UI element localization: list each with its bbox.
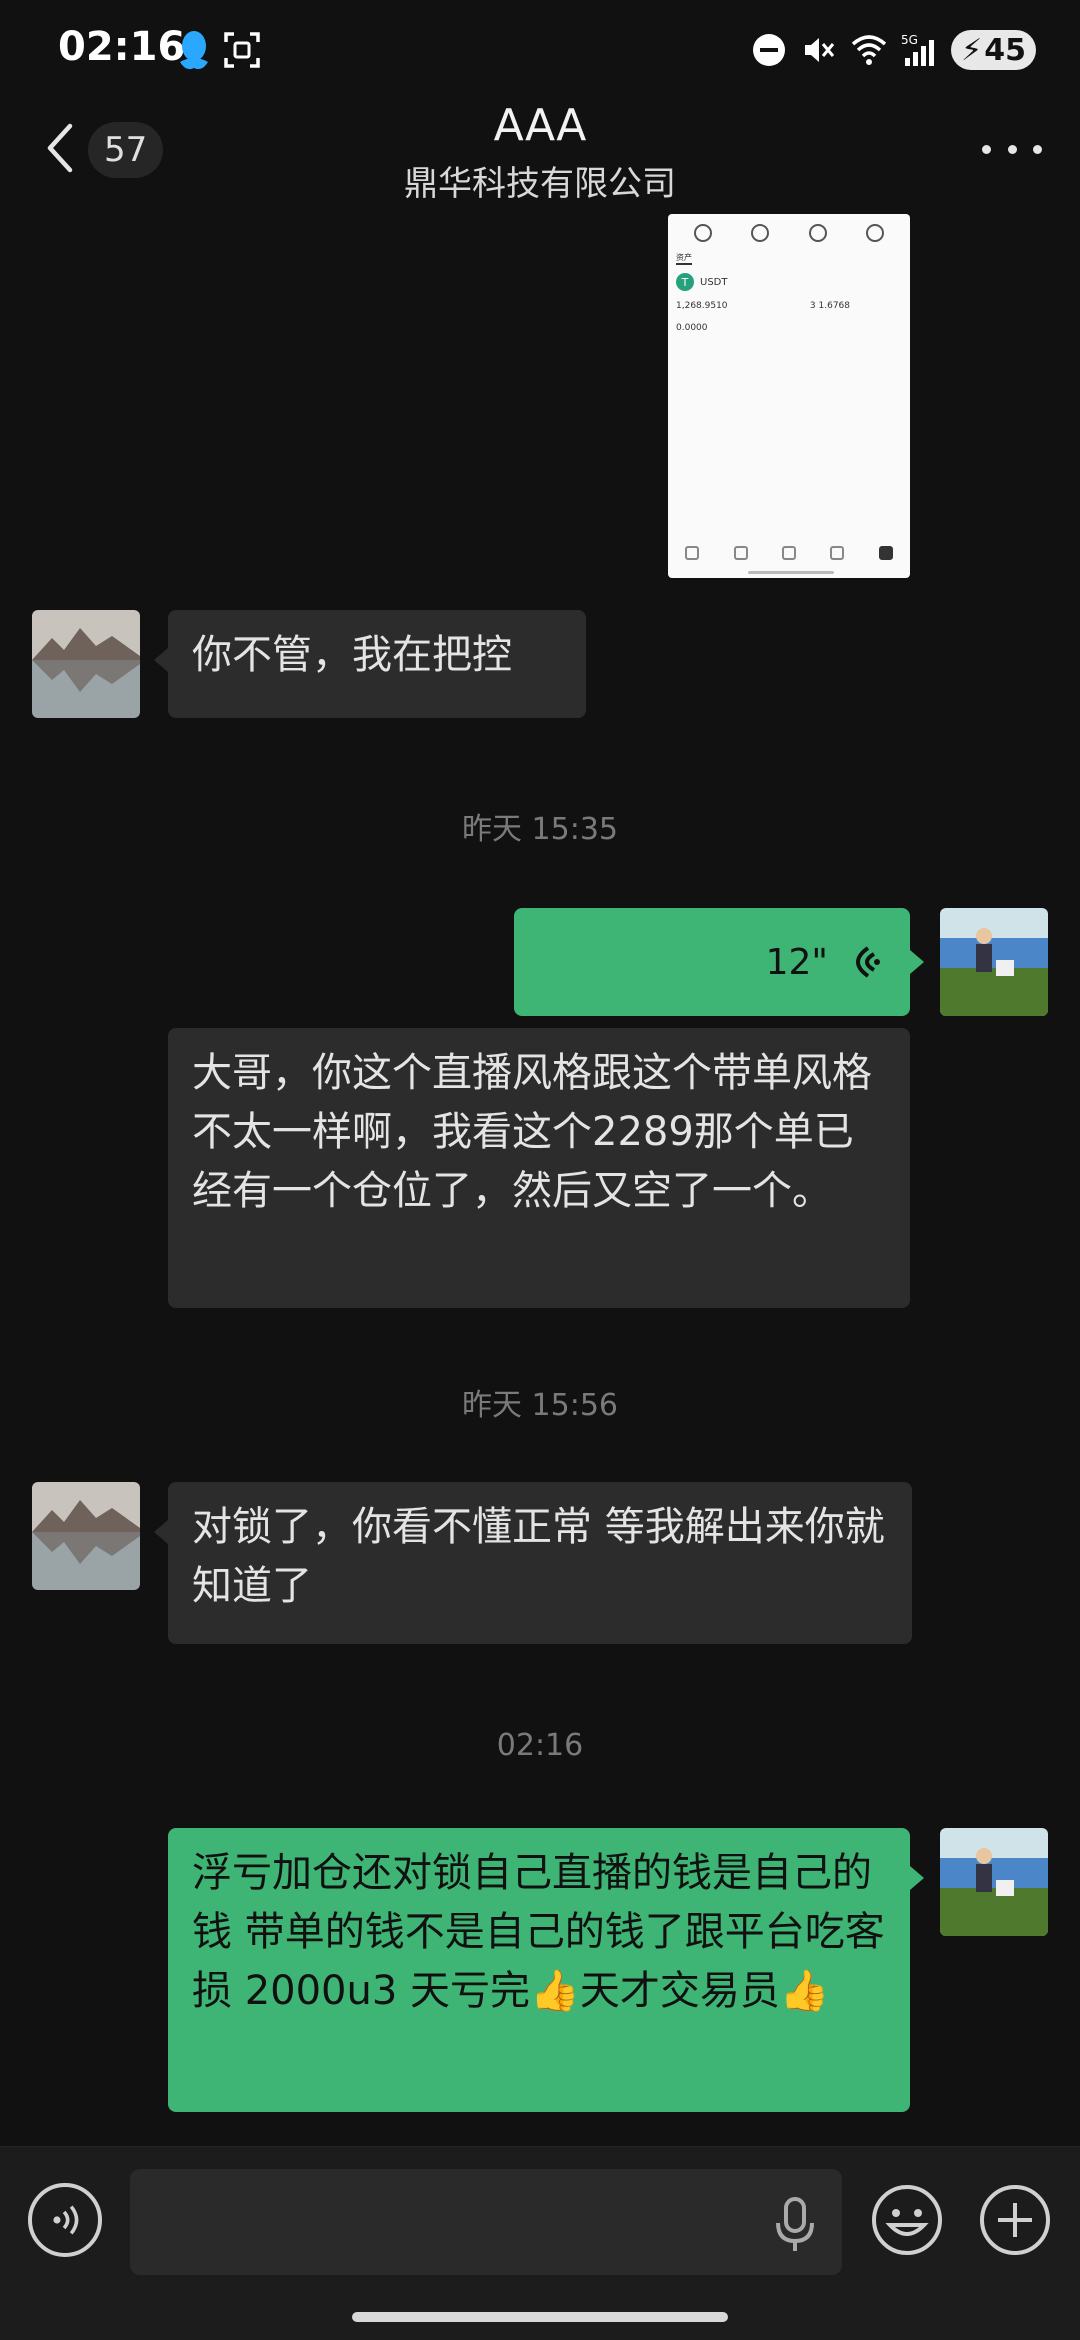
my-avatar[interactable]	[940, 1828, 1048, 1936]
image-coin-row: T USDT	[676, 273, 910, 291]
chat-subtitle: 鼎华科技有限公司	[404, 164, 676, 204]
plus-icon[interactable]	[978, 2183, 1052, 2257]
image-toolbar	[668, 214, 910, 242]
battery-indicator: ⚡ 45	[951, 30, 1036, 70]
voice-duration: 12"	[765, 941, 828, 983]
image-tab: 资产	[676, 252, 692, 265]
timestamp: 昨天 15:56	[462, 1388, 618, 1423]
chat-title: AAA	[493, 100, 587, 151]
message-bubble-outgoing[interactable]: 浮亏加仓还对锁自己直播的钱是自己的钱 带单的钱不是自己的钱了跟平台吃客损 200…	[168, 1828, 924, 2112]
message-input[interactable]	[130, 2169, 842, 2275]
mic-icon[interactable]	[774, 2197, 816, 2251]
image-message[interactable]: 资产 T USDT 1,268.9510 3 1.6768 0.0000	[668, 214, 910, 578]
emoji-icon[interactable]	[870, 2183, 944, 2257]
voice-toggle-icon[interactable]	[28, 2183, 102, 2257]
wifi-icon	[852, 35, 887, 65]
message-bubble-incoming[interactable]: 大哥，你这个直播风格跟这个带单风格不太一样啊，我看这个2289那个单已经有一个仓…	[168, 1028, 910, 1308]
status-time: 02:16	[58, 24, 186, 70]
qq-icon	[180, 31, 208, 70]
image-bottom-nav	[668, 546, 910, 560]
contact-avatar[interactable]	[32, 1482, 140, 1590]
home-indicator[interactable]	[352, 2312, 728, 2322]
chat-header: 57 AAA 鼎华科技有限公司	[0, 100, 1080, 210]
mute-icon	[805, 38, 835, 62]
contact-avatar[interactable]	[32, 610, 140, 718]
status-indicators: 5G ⚡ 45	[751, 28, 1036, 72]
image-values-row: 1,268.9510 3 1.6768	[676, 301, 850, 311]
message-bubble-incoming[interactable]: 对锁了，你看不懂正常 等我解出来你就知道了	[154, 1482, 912, 1644]
voice-wave-icon	[856, 946, 880, 978]
input-bar	[0, 2146, 1080, 2340]
image-value-bottom: 0.0000	[676, 323, 708, 333]
timestamp: 昨天 15:35	[462, 812, 618, 847]
svg-text:5G: 5G	[901, 33, 918, 47]
dnd-icon	[753, 34, 786, 66]
signal-icon: 5G	[901, 33, 935, 66]
charging-icon: ⚡	[961, 32, 983, 68]
message-bubble-incoming[interactable]: 你不管，我在把控	[154, 610, 586, 718]
timestamp: 02:16	[496, 1728, 584, 1763]
scan-icon	[224, 32, 260, 68]
status-bar: 02:16 5G ⚡ 45	[0, 0, 1080, 100]
my-avatar[interactable]	[940, 908, 1048, 1016]
voice-message-bubble[interactable]: 12"	[514, 908, 924, 1016]
more-icon[interactable]	[982, 134, 1042, 164]
battery-level: 45	[984, 32, 1026, 68]
